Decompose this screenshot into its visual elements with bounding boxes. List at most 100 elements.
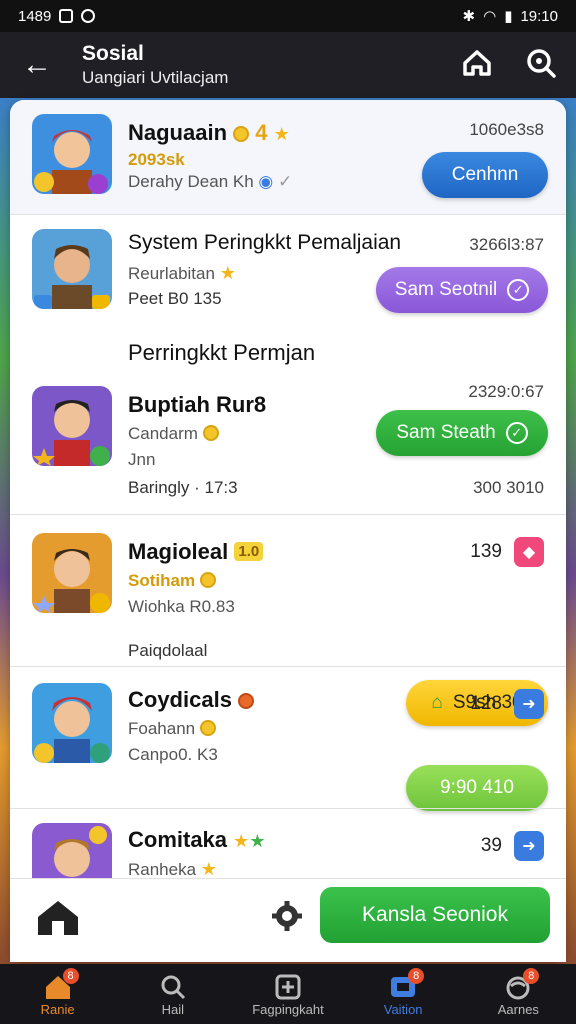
coin-icon	[233, 126, 250, 142]
nav-activity[interactable]: 8 Vaition	[348, 967, 458, 1017]
avatar	[32, 683, 112, 763]
player-score: 139	[470, 541, 502, 562]
search-icon[interactable]	[524, 46, 558, 80]
nav-badge: 8	[408, 967, 425, 984]
section-title: Perringkkt Permjan	[128, 340, 316, 365]
player-name: System Peringkkt Pemaljaian	[128, 231, 402, 254]
player-rank: Ranheka	[128, 860, 197, 879]
player-name: Comitaka	[128, 827, 228, 852]
signal-icon: ▮	[504, 8, 513, 25]
player-rank: Reurlabitan	[128, 264, 215, 283]
avatar	[32, 114, 112, 194]
bottom-action-bar: Kansla Seoniok	[10, 878, 566, 962]
player-name: Buptiah Rur8	[128, 392, 267, 417]
chat-notification-icon	[81, 9, 96, 23]
verified-icon: ◉	[258, 172, 274, 191]
coin-icon	[199, 572, 216, 588]
search-icon	[161, 975, 185, 999]
nav-label: Fagpingkaht	[252, 1001, 324, 1017]
player-name: Magioleal	[128, 539, 229, 564]
nav-label: Aarnes	[497, 1001, 539, 1017]
wifi-icon: ◠	[483, 8, 497, 25]
plus-box-icon	[275, 974, 301, 999]
share-icon[interactable]: ➜	[514, 689, 544, 719]
check-circle-icon: ✓	[505, 422, 528, 444]
star-icon: ★	[219, 263, 236, 283]
nav-badge: 8	[62, 967, 79, 984]
green-star-icon: ★	[249, 831, 266, 851]
player-info: Wiohka R0.83	[128, 597, 235, 616]
player-score: 1060e3s8	[469, 120, 544, 139]
avatar	[32, 533, 112, 613]
nav-search[interactable]: Hail	[118, 972, 228, 1017]
player-score: 3266l3:87	[469, 235, 544, 254]
app-bar: ← Sosial Uangiari Uvtilacjam	[0, 32, 576, 98]
nav-label: Hail	[161, 1001, 184, 1017]
nav-games[interactable]: 8 Aarnes	[463, 967, 573, 1017]
player-rank: Candarm	[128, 424, 198, 443]
medal-icon	[238, 693, 255, 709]
player-rank: Foahann	[128, 719, 196, 738]
player-playtime: Baringly · 17:3	[128, 478, 238, 497]
avatar	[32, 386, 112, 466]
share-icon[interactable]: ➜	[514, 831, 544, 861]
player-info: Canpo0. K3	[128, 745, 218, 764]
bottom-nav: 8 Ranie Hail Fagpingkaht 8 Vaition 8 Aar…	[0, 964, 576, 1024]
house-icon[interactable]	[34, 897, 82, 937]
player-score: 39	[480, 835, 502, 856]
page-subtitle: Uangiari Uvtilacjam	[82, 68, 229, 87]
button-label: 9:90 410	[440, 777, 514, 798]
status-time-left: 1489	[18, 7, 52, 25]
list-item[interactable]: Magioleal 1.0 Sotiham Wiohka R0.83 Paiqd…	[10, 515, 566, 665]
button-label: Sam Steath	[396, 422, 496, 443]
primary-action-button[interactable]: Kansla Seoniok	[320, 887, 550, 943]
player-score: 128	[470, 693, 502, 714]
row-action-button[interactable]: Sam Steath ✓	[376, 410, 548, 456]
row-action-button[interactable]: Cenhnn	[422, 152, 548, 198]
list-item[interactable]: Comitaka ★★ Ranheka ★ 39 ➜	[10, 809, 566, 903]
player-rank: 2093sk	[128, 150, 185, 169]
player-rank: Sotiham	[128, 571, 196, 590]
list-item[interactable]: Coydicals Foahann Canpo0. K3 128 ➜ 9:90 …	[10, 667, 566, 811]
avatar	[32, 229, 112, 309]
medal-icon: ★	[273, 124, 290, 144]
row-action-button[interactable]: Sam Seotnil ✓	[376, 267, 548, 313]
page-title: Sosial	[82, 42, 144, 65]
coin-icon	[202, 425, 219, 441]
nav-label: Vaition	[383, 1001, 423, 1017]
home-icon[interactable]	[460, 46, 494, 80]
player-name: Naguaain	[128, 120, 228, 145]
star-icon: ★	[200, 859, 217, 879]
button-label: Sam Seotnil	[394, 279, 498, 300]
list-item[interactable]: System Peringkkt Pemaljaian Reurlabitan …	[10, 215, 566, 325]
status-bar: 1489 ✱ ◠ ▮ 19:10	[0, 0, 576, 32]
player-points: 300 3010	[473, 478, 544, 497]
row-action-button[interactable]: 9:90 410	[406, 765, 548, 811]
player-badge: 4	[255, 120, 268, 145]
star-icon: ★	[233, 831, 250, 851]
list-item[interactable]: Buptiah Rur8 Candarm Jnn Baringly · 17:3…	[10, 378, 566, 514]
player-name: Coydicals	[128, 687, 232, 712]
leaderboard-card: Naguaain 4 ★ 2093sk Derahy Dean Kh ◉ ✓ 1…	[10, 100, 566, 962]
button-label: Cenhnn	[451, 164, 519, 185]
level-badge: 1.0	[234, 542, 264, 561]
player-info: Jnn	[128, 450, 156, 469]
button-label: Kansla Seoniok	[362, 903, 508, 926]
status-time-right: 19:10	[520, 7, 558, 25]
nav-home[interactable]: 8 Ranie	[3, 967, 113, 1017]
nav-badge: 8	[523, 967, 540, 984]
notification-icon	[59, 9, 74, 23]
player-info: Derahy Dean Kh	[128, 172, 254, 191]
vibrate-icon: ✱	[462, 8, 476, 25]
player-score: 2329:0:67	[468, 382, 544, 401]
back-arrow-icon[interactable]: ←	[22, 50, 58, 80]
nav-label: Ranie	[40, 1001, 75, 1017]
check-circle-icon: ✓	[507, 279, 530, 301]
nav-ranking[interactable]: Fagpingkaht	[233, 972, 343, 1017]
settings-gear-icon[interactable]	[270, 899, 304, 933]
player-extra: Paiqdolaal	[128, 641, 208, 660]
player-info: Peet B0 135	[128, 289, 222, 308]
list-item[interactable]: Naguaain 4 ★ 2093sk Derahy Dean Kh ◉ ✓ 1…	[10, 100, 566, 214]
gift-icon[interactable]: ◆	[514, 537, 544, 567]
coin-icon	[199, 720, 216, 736]
